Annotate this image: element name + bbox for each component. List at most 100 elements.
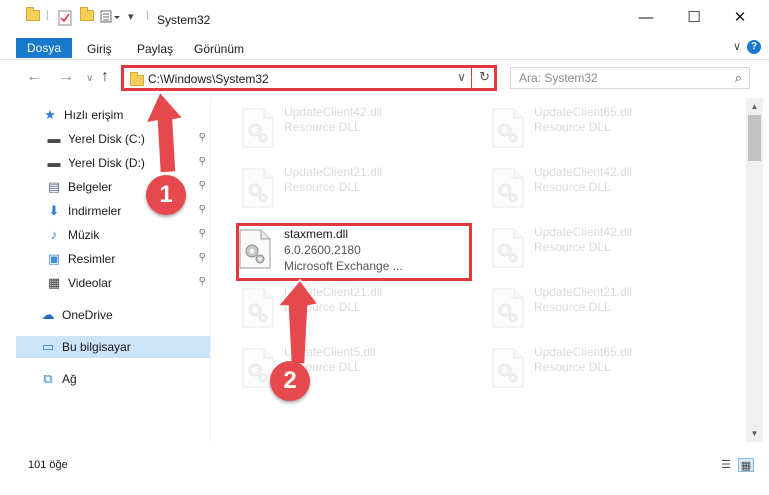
file-company: Microsoft Exchange ... xyxy=(284,259,403,273)
documents-icon: ▤ xyxy=(47,179,61,194)
sidebar-item[interactable]: ⧉ Ağ xyxy=(16,368,210,390)
sidebar-item-label: Resimler xyxy=(68,252,116,266)
file-name: UpdateClient42.dll xyxy=(534,225,633,239)
file-item[interactable]: UpdateClient42.dll Resource DLL xyxy=(211,98,446,152)
file-item[interactable]: UpdateClient21.dll Resource DLL xyxy=(211,278,446,332)
file-item[interactable]: UpdateClient65.dll Resource DLL xyxy=(461,338,696,392)
network-icon: ⧉ xyxy=(43,371,53,386)
status-bar: 101 öğe ☰ ▦ xyxy=(0,452,769,474)
sidebar-item[interactable]: ☁ OneDrive xyxy=(16,304,210,326)
file-name: UpdateClient5.dll xyxy=(284,345,376,359)
dll-file-icon xyxy=(492,108,524,148)
file-type: Resource DLL xyxy=(284,180,361,194)
pin-icon[interactable]: ⚲ xyxy=(199,204,206,215)
item-count: 101 öğe xyxy=(28,459,68,471)
download-icon: ⬇ xyxy=(48,203,60,218)
navigation-bar: ← → ∨ ↑ C:\Windows\System32 ∨ ↻ Ara: Sys… xyxy=(0,61,769,95)
customize-toolbar-icon[interactable] xyxy=(100,10,122,24)
address-separator xyxy=(471,68,472,88)
file-name: UpdateClient42.dll xyxy=(284,105,383,119)
sidebar-item[interactable]: ♪ Müzik ⚲ xyxy=(16,224,210,246)
search-icon[interactable]: ⌕ xyxy=(735,70,742,86)
drive-icon: ▬ xyxy=(47,131,61,146)
ribbon-tabs: Dosya Giriş Paylaş Görünüm ∨ ? xyxy=(0,36,769,60)
sidebar-item[interactable]: ★ Hızlı erişim xyxy=(16,104,210,126)
address-bar[interactable]: C:\Windows\System32 ∨ ↻ xyxy=(121,65,497,91)
sidebar-item[interactable]: ▬ Yerel Disk (D:) ⚲ xyxy=(16,152,210,174)
file-item[interactable]: UpdateClient21.dll Resource DLL xyxy=(211,158,446,212)
file-item[interactable]: UpdateClient42.dll Resource DLL xyxy=(461,218,696,272)
separator: | xyxy=(146,10,149,21)
file-item[interactable]: UpdateClient65.dll Resource DLL xyxy=(461,98,696,152)
vertical-scrollbar[interactable]: ▲ ▼ xyxy=(746,98,763,442)
pin-icon[interactable]: ⚲ xyxy=(199,132,206,143)
dll-file-icon xyxy=(492,228,524,268)
file-item-staxmem[interactable]: staxmem.dll 6.0.2600.2180 Microsoft Exch… xyxy=(236,223,471,277)
pin-icon[interactable]: ⚲ xyxy=(199,180,206,191)
pin-icon[interactable]: ⚲ xyxy=(199,252,206,263)
address-dropdown-icon[interactable]: ∨ xyxy=(457,70,466,84)
dll-file-icon xyxy=(242,108,274,148)
sidebar-item-label: Yerel Disk (C:) xyxy=(68,132,145,146)
sidebar-item-label: Hızlı erişim xyxy=(64,108,124,122)
file-item[interactable]: UpdateClient5.dll Resource DLL xyxy=(211,338,446,392)
quick-access-dropdown-icon[interactable]: ▾ xyxy=(128,10,134,23)
star-icon: ★ xyxy=(44,107,56,122)
back-button[interactable]: ← xyxy=(26,67,42,87)
close-button[interactable]: ✕ xyxy=(725,6,755,30)
cloud-icon: ☁ xyxy=(41,307,55,322)
file-name: UpdateClient21.dll xyxy=(284,285,383,299)
sidebar-item-label: Videolar xyxy=(68,276,112,290)
file-name: UpdateClient65.dll xyxy=(534,345,633,359)
pin-icon[interactable]: ⚲ xyxy=(199,228,206,239)
ribbon-expand-icon[interactable]: ∨ xyxy=(733,40,741,53)
music-icon: ♪ xyxy=(50,227,58,242)
pin-icon[interactable]: ⚲ xyxy=(199,156,206,167)
forward-button[interactable]: → xyxy=(58,67,74,87)
tab-share[interactable]: Paylaş xyxy=(137,42,173,56)
sidebar-item-label: Bu bilgisayar xyxy=(62,340,131,354)
minimize-button[interactable]: — xyxy=(631,6,661,30)
highlighted-file-box[interactable]: staxmem.dll 6.0.2600.2180 Microsoft Exch… xyxy=(236,223,472,281)
file-type: Resource DLL xyxy=(284,300,361,314)
file-type: Resource DLL xyxy=(534,240,611,254)
file-item[interactable]: UpdateClient21.dll Resource DLL xyxy=(461,278,696,332)
tab-home[interactable]: Giriş xyxy=(87,42,112,56)
file-name: staxmem.dll xyxy=(284,227,349,241)
dll-file-icon xyxy=(242,168,274,208)
pin-icon[interactable]: ⚲ xyxy=(199,276,206,287)
sidebar-item[interactable]: ▦ Videolar ⚲ xyxy=(16,272,210,294)
file-name: UpdateClient21.dll xyxy=(284,165,383,179)
file-type: Resource DLL xyxy=(284,120,361,134)
address-path[interactable]: C:\Windows\System32 xyxy=(148,72,269,86)
details-view-icon[interactable]: ☰ xyxy=(718,458,734,472)
window-title: System32 xyxy=(157,13,211,27)
scroll-up-icon[interactable]: ▲ xyxy=(746,98,763,115)
file-item[interactable]: UpdateClient42.dll Resource DLL xyxy=(461,158,696,212)
file-name: UpdateClient21.dll xyxy=(534,285,633,299)
sidebar-item[interactable]: ▣ Resimler ⚲ xyxy=(16,248,210,270)
maximize-button[interactable]: ☐ xyxy=(679,6,709,30)
help-icon[interactable]: ? xyxy=(747,40,761,54)
search-box[interactable]: Ara: System32 ⌕ xyxy=(510,67,750,89)
up-button[interactable]: ↑ xyxy=(101,67,109,87)
tab-view[interactable]: Görünüm xyxy=(194,42,244,56)
new-folder-icon[interactable] xyxy=(80,7,94,21)
sidebar-item[interactable]: ▬ Yerel Disk (C:) ⚲ xyxy=(16,128,210,150)
sidebar-item-label: Belgeler xyxy=(68,180,113,194)
file-name: UpdateClient65.dll xyxy=(534,105,633,119)
scroll-down-icon[interactable]: ▼ xyxy=(746,425,763,442)
properties-icon[interactable] xyxy=(58,10,72,26)
step-badge-2: 2 xyxy=(270,361,310,401)
search-input[interactable]: Ara: System32 xyxy=(519,71,598,85)
refresh-icon[interactable]: ↻ xyxy=(479,69,490,85)
sidebar-item[interactable]: ▭ Bu bilgisayar xyxy=(16,336,210,358)
dll-file-icon xyxy=(492,288,524,328)
large-icons-view-icon[interactable]: ▦ xyxy=(738,458,754,472)
file-type: Resource DLL xyxy=(534,360,611,374)
scroll-thumb[interactable] xyxy=(748,115,761,161)
recent-locations-button[interactable]: ∨ xyxy=(86,69,93,89)
step-badge-1: 1 xyxy=(146,175,186,215)
tab-file[interactable]: Dosya xyxy=(16,38,72,58)
computer-icon: ▭ xyxy=(41,339,55,354)
